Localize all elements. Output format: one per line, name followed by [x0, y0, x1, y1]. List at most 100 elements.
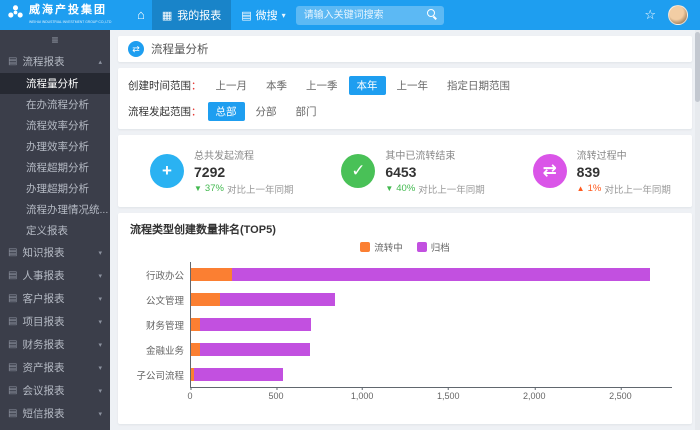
chart-legend: 流转中 归档: [130, 240, 680, 254]
filter-option-last-month[interactable]: 上一月: [208, 76, 256, 95]
tab-my-reports-label: 我的报表: [177, 7, 221, 23]
kpi-total-initiated: + 总共发起流程 7292 ▼ 37% 对比上一年同期: [118, 147, 309, 196]
legend-item-archived[interactable]: 归档: [417, 240, 450, 254]
report-icon: ▤: [8, 339, 17, 350]
search-input[interactable]: [296, 6, 444, 25]
filter-option-branch[interactable]: 分部: [248, 102, 285, 121]
chevron-down-icon: ▾: [98, 341, 102, 349]
tab-my-reports[interactable]: ▦ 我的报表: [152, 0, 231, 30]
scrollbar[interactable]: [695, 30, 700, 430]
sidebar-group-process-reports[interactable]: ▤ 流程报表 ▴: [0, 50, 110, 73]
chevron-down-icon: ▾: [98, 272, 102, 280]
report-icon: ▤: [8, 362, 17, 373]
menu-collapse-icon[interactable]: ≡: [0, 30, 110, 50]
kpi-value: 7292: [194, 164, 293, 180]
chevron-down-icon: ▾: [282, 11, 286, 20]
filter-option-this-year[interactable]: 本年: [349, 76, 386, 95]
sidebar-group-meeting-reports[interactable]: ▤ 会议报表 ▾: [0, 379, 110, 402]
category-label: 金融业务: [130, 337, 190, 362]
filter-row-initiate-scope: 流程发起范围 ： 总部 分部 部门: [128, 102, 682, 121]
filter-option-department[interactable]: 部门: [288, 102, 325, 121]
arrow-down-icon: ▼: [194, 184, 202, 193]
wesearch-dropdown[interactable]: ▤ 微搜 ▾: [241, 7, 285, 23]
kpi-label: 流转过程中: [577, 147, 671, 162]
kpi-trend: ▼ 40% 对比上一年同期: [385, 182, 484, 196]
sidebar: ≡ ▤ 流程报表 ▴ 流程量分析 在办流程分析 流程效率分析 办理效率分析 流程…: [0, 30, 110, 430]
legend-item-flowing[interactable]: 流转中: [360, 240, 403, 254]
sidebar-group-asset-reports[interactable]: ▤ 资产报表 ▾: [0, 356, 110, 379]
sidebar-item-process-efficiency-analysis[interactable]: 流程效率分析: [0, 115, 110, 136]
filter-option-headquarters[interactable]: 总部: [208, 102, 245, 121]
sidebar-item-custom-reports[interactable]: 定义报表: [0, 220, 110, 241]
chart-title: 流程类型创建数量排名(TOP5): [130, 221, 680, 237]
sidebar-item-handling-overdue-analysis[interactable]: 办理超期分析: [0, 178, 110, 199]
bar-segment-flowing: [191, 343, 200, 356]
topbar-search: [296, 5, 444, 25]
category-label: 财务管理: [130, 312, 190, 337]
bar-segment-archived: [220, 293, 335, 306]
filter-option-custom-range[interactable]: 指定日期范围: [439, 76, 518, 95]
bar-segment-flowing: [191, 318, 200, 331]
x-tick: 1,000: [351, 391, 374, 401]
page-header: ⇄ 流程量分析: [118, 36, 692, 62]
sidebar-item-process-volume-analysis[interactable]: 流程量分析: [0, 73, 110, 94]
kpi-trend: ▼ 37% 对比上一年同期: [194, 182, 293, 196]
sidebar-item-active-process-analysis[interactable]: 在办流程分析: [0, 94, 110, 115]
kpi-label: 总共发起流程: [194, 147, 293, 162]
x-tick: 2,000: [523, 391, 546, 401]
search-icon[interactable]: [427, 9, 438, 20]
kpi-in-progress: ⇄ 流转过程中 839 ▲ 1% 对比上一年同期: [501, 147, 692, 196]
star-icon[interactable]: ☆: [644, 0, 656, 30]
bar-row: [191, 312, 672, 337]
sidebar-group-finance-reports[interactable]: ▤ 财务报表 ▾: [0, 333, 110, 356]
arrow-up-icon: ▲: [577, 184, 585, 193]
main-content: ⇄ 流程量分析 创建时间范围 ： 上一月 本季 上一季 本年 上一年 指定日期范…: [110, 30, 700, 430]
category-label: 子公司流程: [130, 362, 190, 387]
sidebar-item-handling-efficiency-analysis[interactable]: 办理效率分析: [0, 136, 110, 157]
sidebar-item-process-handling-stats[interactable]: 流程办理情况统...: [0, 199, 110, 220]
sidebar-item-process-overdue-analysis[interactable]: 流程超期分析: [0, 157, 110, 178]
chevron-down-icon: ▾: [98, 318, 102, 326]
logo-emblem-icon: [7, 4, 24, 26]
kpi-panel: + 总共发起流程 7292 ▼ 37% 对比上一年同期 ✓ 其中已流转结束 64…: [118, 135, 692, 207]
report-icon: ▤: [8, 247, 17, 258]
chevron-down-icon: ▾: [98, 387, 102, 395]
check-icon: ✓: [341, 154, 375, 188]
wesearch-label: 微搜: [256, 7, 278, 23]
chevron-down-icon: ▾: [98, 295, 102, 303]
sidebar-group-knowledge-reports[interactable]: ▤ 知识报表 ▾: [0, 241, 110, 264]
kpi-value: 6453: [385, 164, 484, 180]
scrollbar-thumb[interactable]: [695, 32, 700, 102]
process-analysis-icon: ⇄: [128, 41, 144, 57]
sidebar-group-project-reports[interactable]: ▤ 项目报表 ▾: [0, 310, 110, 333]
avatar[interactable]: [668, 5, 688, 25]
bar-row: [191, 262, 672, 287]
filter-option-this-quarter[interactable]: 本季: [258, 76, 295, 95]
filter-label: 流程发起范围: [128, 104, 191, 119]
bar-row: [191, 337, 672, 362]
company-logo[interactable]: 威海产投集团 WEIHAI INDUSTRIAL INVESTMENT GROU…: [0, 0, 130, 30]
bar-segment-archived: [232, 268, 649, 281]
bar-row: [191, 362, 672, 387]
kpi-value: 839: [577, 164, 671, 180]
filter-option-last-quarter[interactable]: 上一季: [298, 76, 346, 95]
home-icon[interactable]: ⌂: [137, 0, 145, 30]
apps-icon: ▤: [241, 9, 251, 22]
filter-label: 创建时间范围: [128, 78, 191, 93]
x-tick: 500: [269, 391, 284, 401]
x-tick: 1,500: [437, 391, 460, 401]
filter-panel: 创建时间范围 ： 上一月 本季 上一季 本年 上一年 指定日期范围 流程发起范围…: [118, 68, 692, 129]
sidebar-group-customer-reports[interactable]: ▤ 客户报表 ▾: [0, 287, 110, 310]
sync-icon: ⇄: [533, 154, 567, 188]
sidebar-group-hr-reports[interactable]: ▤ 人事报表 ▾: [0, 264, 110, 287]
bar-segment-archived: [200, 343, 310, 356]
bar-row: [191, 287, 672, 312]
legend-swatch-orange: [360, 242, 370, 252]
legend-swatch-purple: [417, 242, 427, 252]
report-icon: ▤: [8, 270, 17, 281]
sidebar-group-sms-reports[interactable]: ▤ 短信报表 ▾: [0, 402, 110, 425]
category-label: 公文管理: [130, 287, 190, 312]
filter-option-last-year[interactable]: 上一年: [389, 76, 437, 95]
plus-icon: +: [150, 154, 184, 188]
grid-icon: ▦: [162, 9, 172, 22]
